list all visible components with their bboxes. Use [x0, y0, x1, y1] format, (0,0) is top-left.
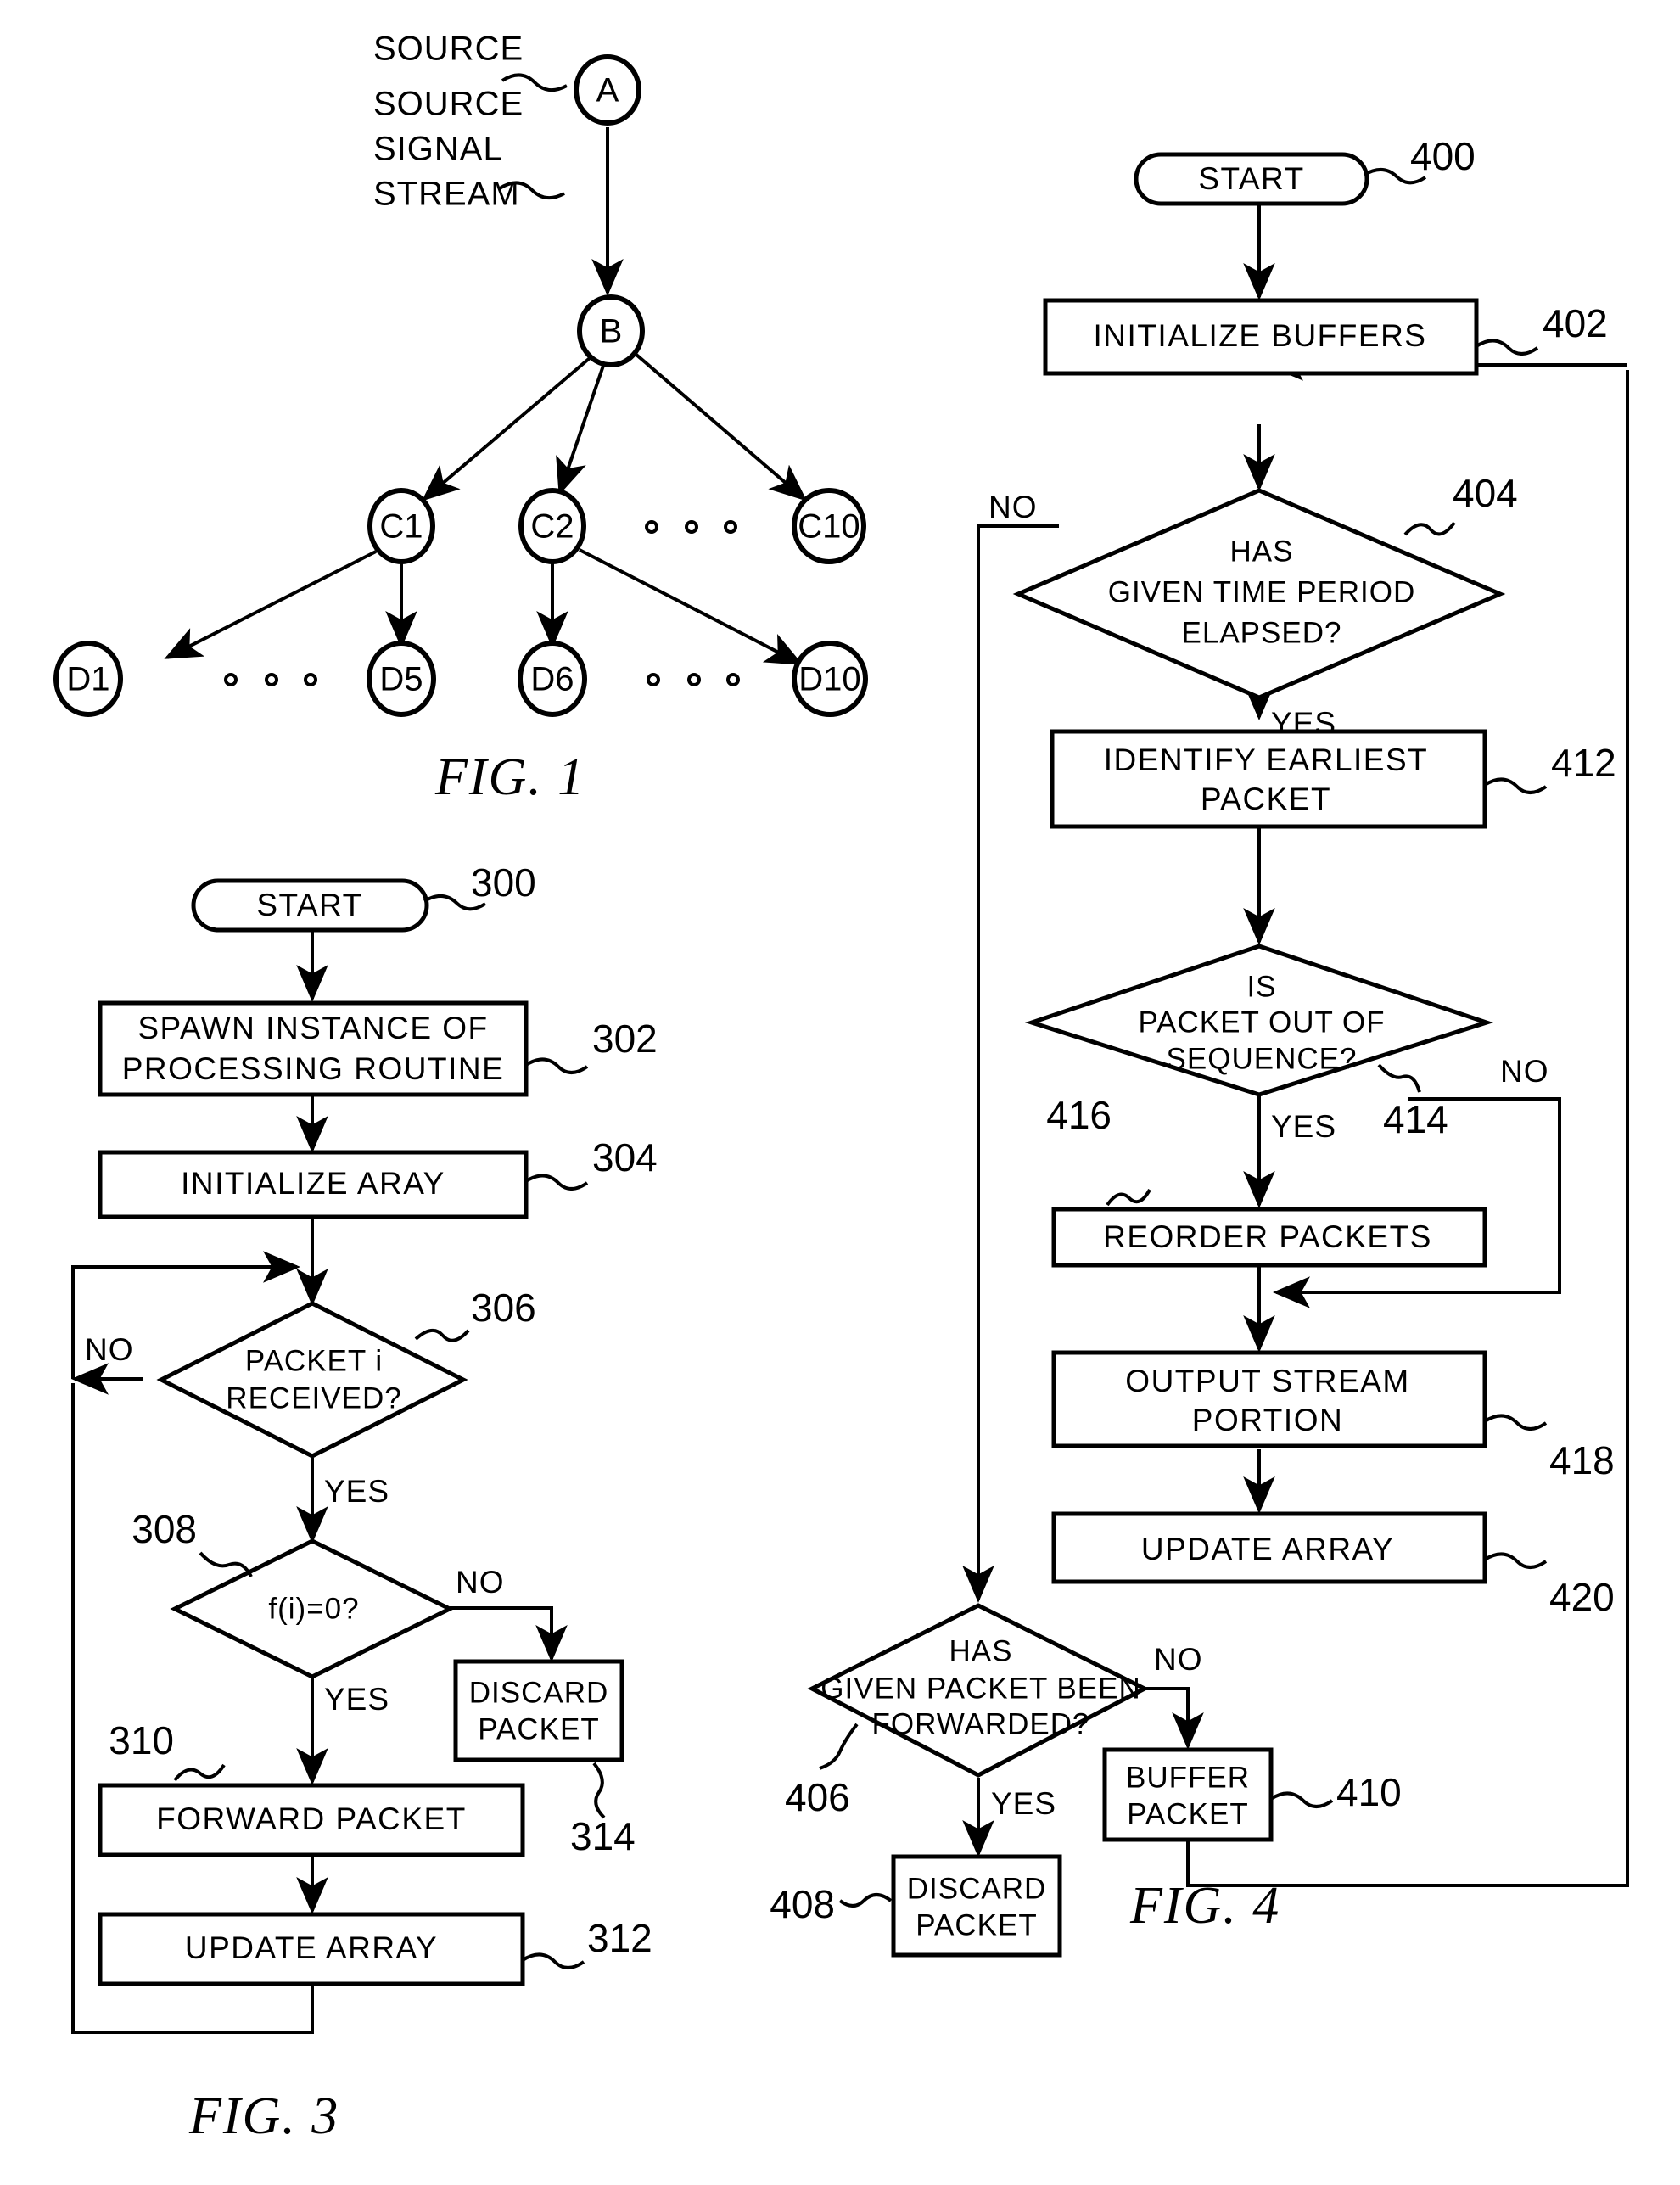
fig4-408-label-line1: DISCARD	[907, 1872, 1047, 1905]
fig4-418-label-line2: PORTION	[1192, 1403, 1343, 1437]
fig4-412-label-line1: IDENTIFY EARLIEST	[1104, 742, 1429, 777]
fig4-414-no-label: NO	[1500, 1054, 1549, 1089]
fig4-406-no-label: NO	[1154, 1642, 1203, 1677]
fig4-step-420[interactable]: UPDATE ARRAY	[1051, 1511, 1487, 1584]
fig4-414-label-line2: PACKET OUT OF	[1138, 1006, 1385, 1039]
fig4-step-418[interactable]: OUTPUT STREAM PORTION	[1051, 1350, 1487, 1448]
fig4-ref-408-leader	[838, 1893, 893, 1908]
fig4-406-label-line1: HAS	[949, 1634, 1013, 1667]
fig4-ref-404: 404	[1453, 471, 1518, 515]
fig4-ref-412-leader	[1483, 777, 1548, 794]
fig4-ref-406-leader	[819, 1723, 859, 1770]
fig4-416-label: REORDER PACKETS	[1103, 1219, 1432, 1254]
fig4-408-label-line2: PACKET	[916, 1908, 1037, 1941]
fig4-step-404[interactable]: HAS GIVEN TIME PERIOD ELAPSED?	[1012, 488, 1506, 700]
fig4-link-404-no	[962, 524, 1059, 1603]
fig4-ref-418: 418	[1549, 1438, 1615, 1482]
fig4-ref-416-leader	[1106, 1189, 1151, 1207]
fig4-ref-414: 414	[1383, 1097, 1448, 1141]
fig4-414-label-line3: SEQUENCE?	[1167, 1042, 1358, 1075]
fig4-ref-414-leader	[1377, 1063, 1421, 1093]
fig4-step-408[interactable]: DISCARD PACKET	[891, 1854, 1062, 1958]
fig4-402-label: INITIALIZE BUFFERS	[1094, 318, 1427, 353]
fig4-step-406[interactable]: HAS GIVEN PACKET BEEN FORWARDED?	[807, 1603, 1150, 1778]
fig4-step-402[interactable]: INITIALIZE BUFFERS	[1043, 298, 1479, 376]
fig4-ref-418-leader	[1483, 1414, 1548, 1431]
fig4-step-start[interactable]: START	[1134, 152, 1369, 206]
fig4-ref-406: 406	[785, 1775, 850, 1819]
fig4-410-label-line1: BUFFER	[1126, 1761, 1250, 1794]
fig4-420-label: UPDATE ARRAY	[1141, 1532, 1394, 1566]
fig4-406-label-line3: FORWARDED?	[872, 1707, 1090, 1740]
fig4-ref-400: 400	[1410, 134, 1476, 178]
fig4-404-no-label: NO	[988, 490, 1038, 524]
fig4-ref-412: 412	[1551, 741, 1616, 785]
fig4-ref-420: 420	[1549, 1575, 1615, 1619]
fig4-ref-402-leader	[1475, 339, 1539, 356]
fig4-start-label: START	[1198, 161, 1304, 196]
fig4-ref-416: 416	[1046, 1093, 1112, 1137]
patent-drawing-sheet: A B C1 C2 C10 D1 D5 D6 D10 SOURCE SOURCE…	[0, 0, 1680, 2185]
fig4-418-label-line1: OUTPUT STREAM	[1125, 1364, 1409, 1398]
fig4-404-label-line3: ELAPSED?	[1182, 616, 1342, 649]
fig4-ref-402: 402	[1543, 301, 1608, 345]
fig4-ref-410-leader	[1269, 1791, 1334, 1808]
fig4-ref-408: 408	[770, 1882, 835, 1926]
fig4-link-406-410	[1143, 1687, 1204, 1750]
fig4-404-label-line2: GIVEN TIME PERIOD	[1108, 575, 1416, 608]
fig4-406-yes-label: YES	[991, 1786, 1056, 1821]
fig4-404-label-line1: HAS	[1230, 535, 1294, 568]
fig4-414-yes-label: YES	[1271, 1109, 1336, 1144]
fig4-406-label-line2: GIVEN PACKET BEEN	[820, 1672, 1140, 1705]
fig4-caption: FIG. 4	[1129, 1877, 1280, 1935]
fig4-414-label-line1: IS	[1246, 970, 1276, 1003]
fig4-step-414[interactable]: IS PACKET OUT OF SEQUENCE?	[1024, 944, 1494, 1097]
fig4-410-label-line2: PACKET	[1127, 1797, 1248, 1830]
fig4-step-416[interactable]: REORDER PACKETS	[1051, 1207, 1487, 1268]
fig4-ref-410: 410	[1336, 1770, 1402, 1814]
figure-4: START 400 INITIALIZE BUFFERS 402 HAS GIV…	[770, 134, 1629, 1958]
fig4-step-410[interactable]: BUFFER PACKET	[1102, 1747, 1274, 1842]
fig4-step-412[interactable]: IDENTIFY EARLIEST PACKET	[1050, 729, 1487, 829]
fig4-412-label-line2: PACKET	[1201, 782, 1331, 816]
fig4-ref-404-leader	[1403, 521, 1456, 536]
fig4-ref-420-leader	[1483, 1552, 1548, 1569]
